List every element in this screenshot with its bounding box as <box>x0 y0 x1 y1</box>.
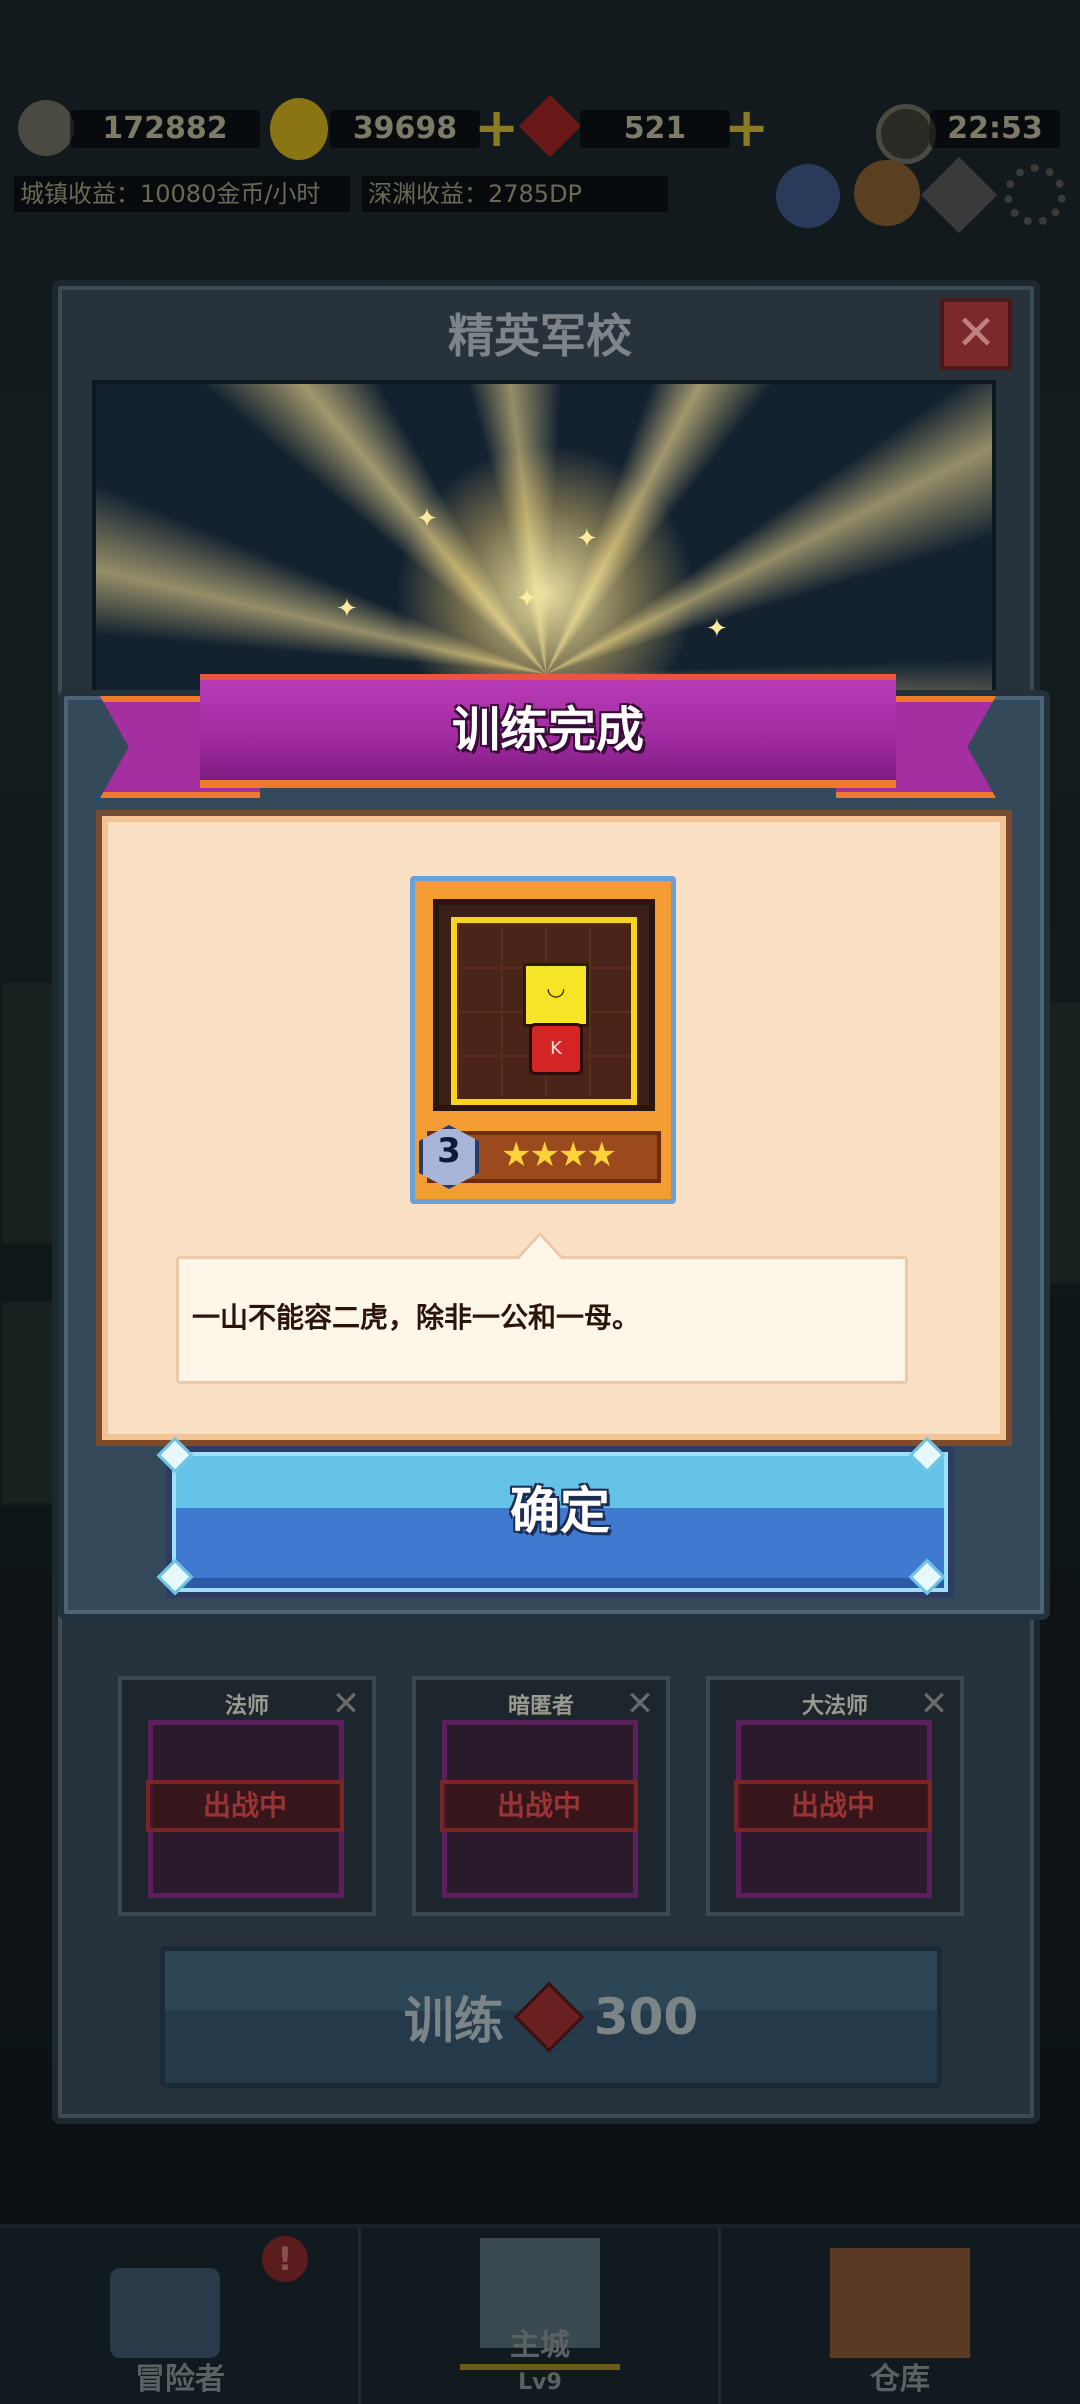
hero-card[interactable]: ◡ K 3 ★★★★ <box>410 876 676 1204</box>
crossed-swords-icon: ✕ <box>919 1684 949 1724</box>
hero-quote: 一山不能容二虎，除非一公和一母。 <box>192 1301 641 1334</box>
sparkle-icon: ✦ <box>576 524 598 554</box>
unit-card[interactable]: 大法师 出战中 ✕ <box>706 1676 964 1916</box>
clock-icon <box>876 104 936 164</box>
unit-card[interactable]: 暗匿者 出战中 ✕ <box>412 1676 670 1916</box>
train-cost: 300 <box>593 1988 699 2046</box>
coin-icon <box>270 98 328 160</box>
sparkle-icon: ✦ <box>416 504 438 534</box>
hero-portrait: ◡ K <box>451 917 637 1105</box>
star-rating: ★★★★ <box>501 1135 617 1175</box>
warehouse-icon <box>830 2248 970 2358</box>
sparkle-icon: ✦ <box>516 584 538 614</box>
academy-scene: ✦ ✦ ✦ ✦ ✦ <box>92 380 996 698</box>
status-badge: 出战中 <box>440 1780 638 1832</box>
unit-card[interactable]: 法师 出战中 ✕ <box>118 1676 376 1916</box>
confirm-label[interactable]: 确定 <box>166 1446 954 1596</box>
status-badge: 出战中 <box>146 1780 344 1832</box>
smile-face: ◡ <box>547 976 565 1001</box>
gem-counter: 521 <box>580 110 730 148</box>
hero-head: ◡ <box>523 963 589 1027</box>
close-button[interactable]: ✕ <box>940 298 1012 370</box>
train-button[interactable]: 训练 300 <box>160 1946 942 2088</box>
add-gem-button[interactable]: + <box>724 101 769 155</box>
power-counter: 172882 <box>70 110 260 148</box>
hero-body: K <box>529 1023 583 1075</box>
party-icon[interactable] <box>776 164 840 228</box>
city-level: Lv9 <box>460 2364 620 2400</box>
notice-badge: ! <box>262 2236 308 2282</box>
abyss-income-label: 深渊收益：2785DP <box>362 176 668 212</box>
clock-readout: 22:53 <box>930 110 1060 148</box>
sparkle-icon: ✦ <box>336 594 358 624</box>
bottom-nav: ! 冒险者 主城 Lv9 仓库 <box>0 2224 1080 2404</box>
settings-icon[interactable] <box>1004 164 1066 226</box>
nav-label: 冒险者 <box>135 2362 225 2397</box>
sparkle-icon: ✦ <box>706 614 728 644</box>
crossed-swords-icon: ✕ <box>625 1684 655 1724</box>
status-badge: 出战中 <box>734 1780 932 1832</box>
add-gold-button[interactable]: + <box>474 101 519 155</box>
knight-helmet-icon <box>110 2268 220 2358</box>
crossed-swords-icon: ✕ <box>331 1684 361 1724</box>
academy-title: 精英军校 <box>448 309 632 363</box>
pet-icon[interactable] <box>854 160 920 226</box>
gold-counter: 39698 <box>330 110 480 148</box>
gem-icon <box>513 1981 585 2053</box>
nav-adventurers[interactable]: ! 冒险者 <box>0 2228 360 2404</box>
nav-label: 主城 <box>510 2328 570 2363</box>
nav-label: 仓库 <box>870 2362 930 2397</box>
dialog-title: 训练完成 <box>451 702 644 758</box>
sword-icon <box>18 100 74 156</box>
hero-level: 3 <box>437 1131 461 1171</box>
nav-main-city[interactable]: 主城 Lv9 <box>360 2228 720 2404</box>
town-income-label: 城镇收益：10080金币/小时 <box>14 176 350 212</box>
nav-warehouse[interactable]: 仓库 <box>720 2228 1080 2404</box>
train-label: 训练 <box>403 1992 504 2050</box>
